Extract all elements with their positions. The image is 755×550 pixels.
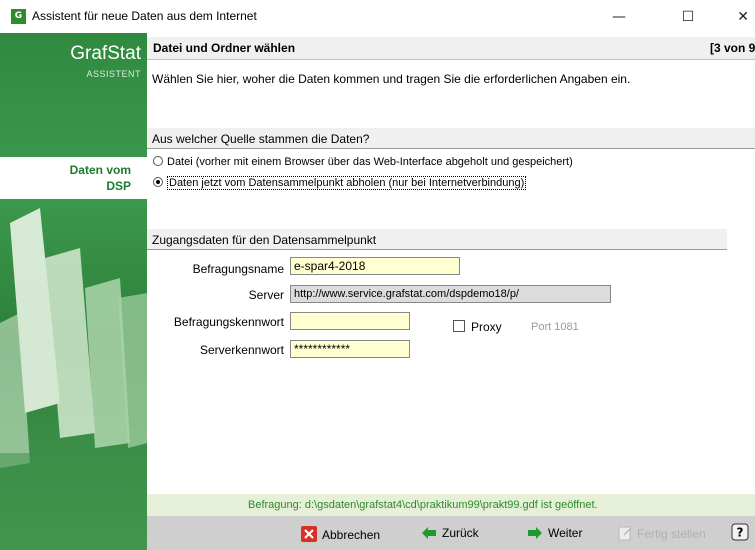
cancel-label: Abbrechen xyxy=(322,528,381,542)
checkbox-icon[interactable] xyxy=(453,320,465,332)
survey-password-input[interactable] xyxy=(290,312,410,330)
button-bar: Abbrechen Zurück Weiter Fertig stellen ? xyxy=(147,516,755,550)
minimize-button[interactable]: — xyxy=(596,4,642,30)
current-step-label: Daten vom DSP xyxy=(0,157,147,199)
radio-button-icon[interactable] xyxy=(153,156,163,166)
proxy-checkbox[interactable]: Proxy xyxy=(453,320,502,334)
back-button[interactable]: Zurück xyxy=(421,526,479,540)
step-label-line1: Daten vom xyxy=(69,163,131,177)
status-bar: Befragung: d:\gsdaten\grafstat4\cd\prakt… xyxy=(147,494,755,516)
step-label-line2: DSP xyxy=(106,179,131,193)
app-icon: G xyxy=(11,9,26,24)
close-button[interactable]: ✕ xyxy=(718,4,755,30)
source-section-title: Aus welcher Quelle stammen die Daten? xyxy=(152,132,370,146)
maximize-button[interactable]: ☐ xyxy=(665,4,711,30)
step-counter: [3 von 9 xyxy=(710,41,755,55)
cancel-button[interactable]: Abbrechen xyxy=(301,526,380,542)
finish-label: Fertig stellen xyxy=(637,527,706,541)
page-header: Datei und Ordner wählen [3 von 9 xyxy=(147,37,755,60)
arrow-right-icon xyxy=(528,527,542,539)
page-title: Datei und Ordner wählen xyxy=(153,41,296,55)
radio-button-selected-icon[interactable] xyxy=(153,177,163,187)
radio-dsp-source[interactable]: Daten jetzt vom Datensammelpunkt abholen… xyxy=(153,176,527,190)
logo: GrafStat xyxy=(70,43,141,64)
help-button[interactable]: ? xyxy=(731,523,749,544)
survey-name-label: Befragungsname xyxy=(192,262,284,276)
back-label: Zurück xyxy=(442,526,479,540)
next-label: Weiter xyxy=(548,526,583,540)
title-bar: G Assistent für neue Daten aus dem Inter… xyxy=(0,0,755,33)
server-password-input[interactable]: ************ xyxy=(290,340,410,358)
decorative-chart-graphic xyxy=(0,208,147,550)
access-section-heading: Zugangsdaten für den Datensammelpunkt xyxy=(147,229,727,250)
access-section-title: Zugangsdaten für den Datensammelpunkt xyxy=(152,233,377,247)
radio-file-label: Datei (vorher mit einem Browser über das… xyxy=(167,156,573,168)
server-field: http://www.service.grafstat.com/dspdemo1… xyxy=(290,285,611,303)
next-button[interactable]: Weiter xyxy=(527,526,582,540)
survey-password-label: Befragungskennwort xyxy=(173,315,284,329)
survey-name-input[interactable]: e-spar4-2018 xyxy=(290,257,460,275)
finish-button[interactable]: Fertig stellen xyxy=(618,526,706,541)
status-text: Befragung: d:\gsdaten\grafstat4\cd\prakt… xyxy=(248,499,598,511)
window-title: Assistent für neue Daten aus dem Interne… xyxy=(32,9,257,23)
server-label: Server xyxy=(248,288,284,302)
radio-file-source[interactable]: Datei (vorher mit einem Browser über das… xyxy=(153,156,573,168)
arrow-left-icon xyxy=(422,527,436,539)
help-glyph: ? xyxy=(737,526,744,540)
source-section-heading: Aus welcher Quelle stammen die Daten? xyxy=(147,128,755,149)
cancel-x-icon xyxy=(301,526,317,542)
sidebar: GrafStat ASSISTENT Daten vom DSP xyxy=(0,33,147,550)
help-icon: ? xyxy=(731,523,749,541)
radio-dsp-label: Daten jetzt vom Datensammelpunkt abholen… xyxy=(167,176,527,190)
instruction-text: Wählen Sie hier, woher die Daten kommen … xyxy=(152,72,631,86)
port-label: Port 1081 xyxy=(531,321,579,333)
proxy-label: Proxy xyxy=(471,320,502,334)
logo-subtitle: ASSISTENT xyxy=(86,69,141,79)
finish-document-icon xyxy=(618,526,632,541)
server-password-label: Serverkennwort xyxy=(199,343,284,357)
